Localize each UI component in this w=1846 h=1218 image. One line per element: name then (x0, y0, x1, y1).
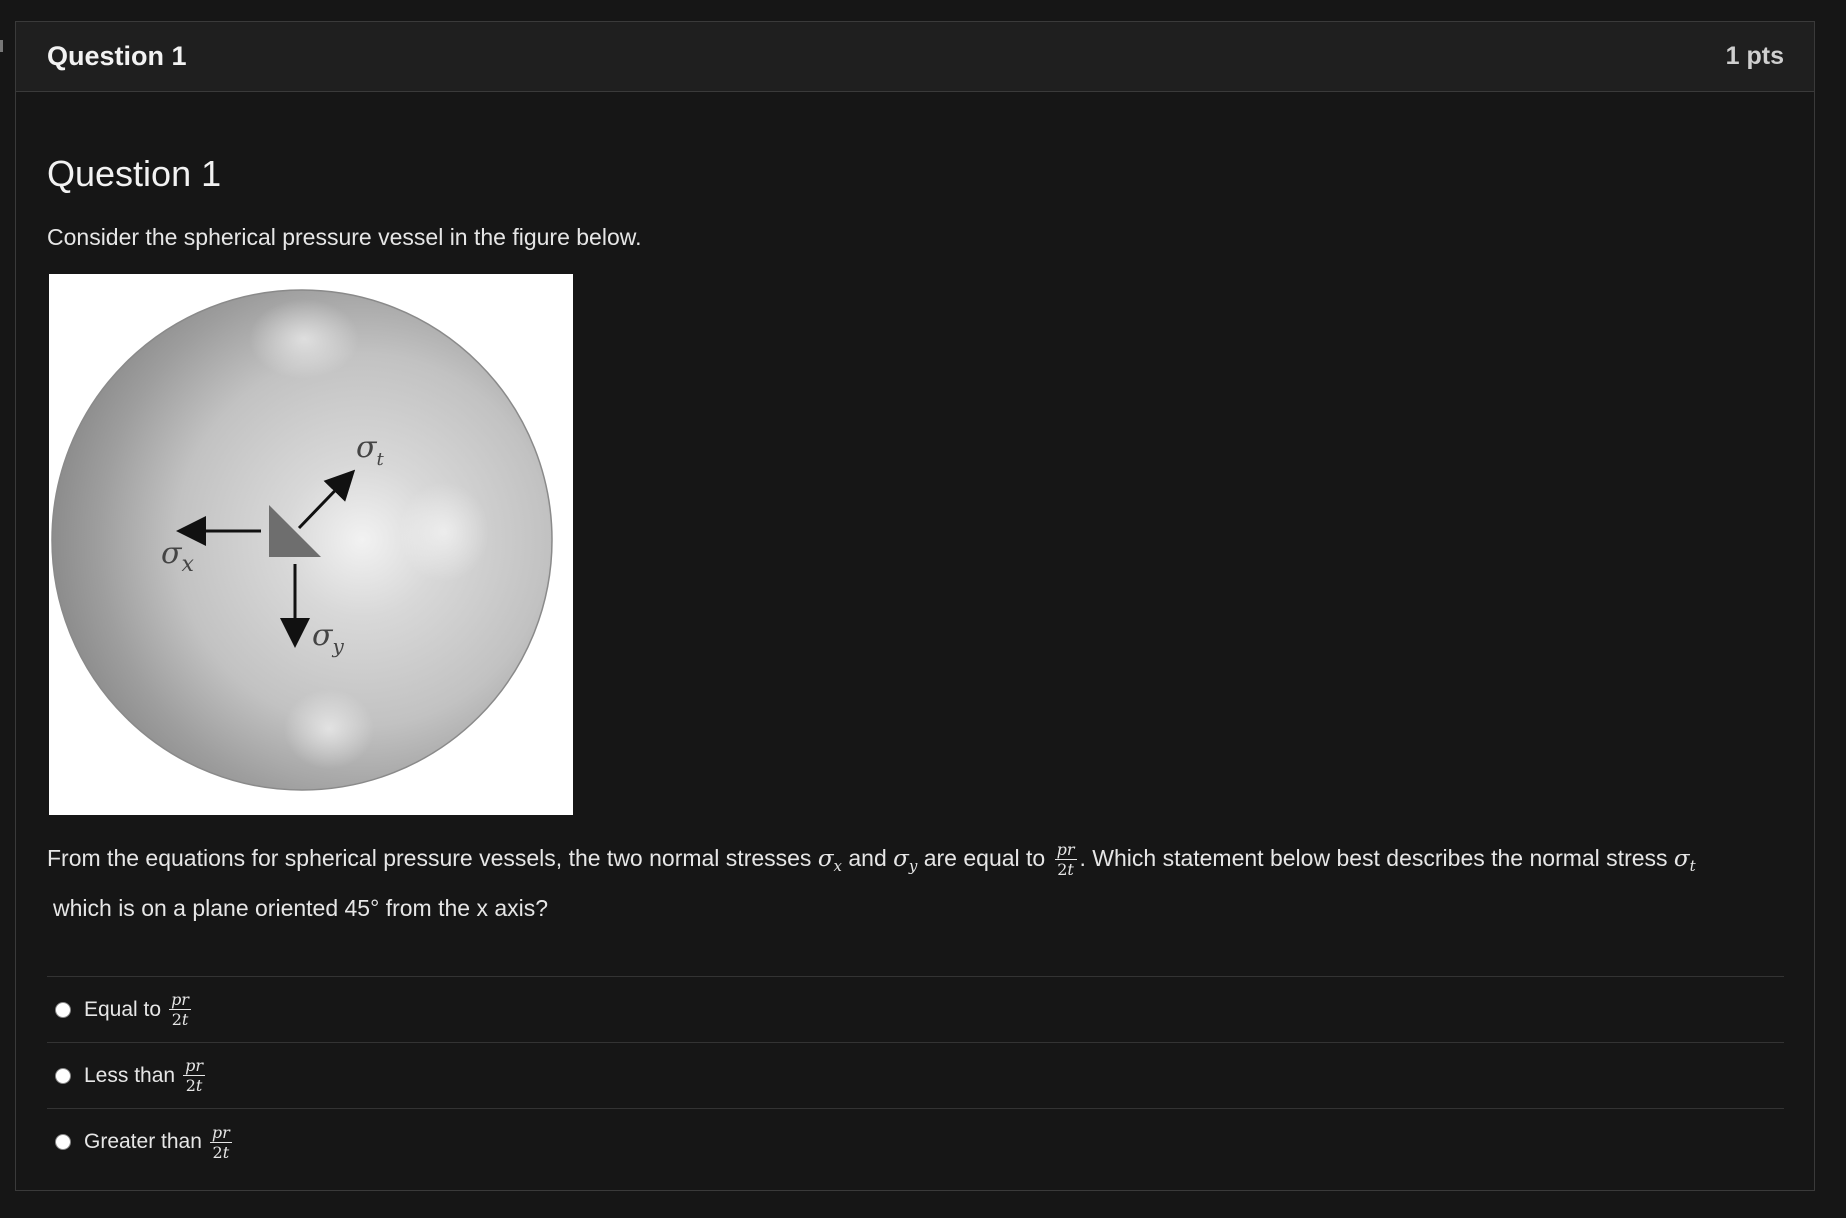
sigma-t-symbol: σt (1673, 846, 1696, 875)
statement-text-1: From the equations for spherical pressur… (47, 845, 818, 871)
sigma-y-symbol: σy (893, 846, 918, 875)
answer-option-greater[interactable]: Greater than pr 2t (47, 1109, 1784, 1175)
pressure-vessel-figure: σt σx σy (49, 274, 573, 815)
left-edge-marker (0, 40, 3, 52)
sphere-highlight-bottom (284, 689, 374, 769)
answer-fraction-equal: pr 2t (169, 990, 191, 1029)
statement-text-4: . Which statement below best describes t… (1079, 845, 1674, 871)
statement-text-3: are equal to (917, 845, 1052, 871)
statement-text-2: and (842, 845, 894, 871)
answer-option-equal[interactable]: Equal to pr 2t (47, 977, 1784, 1043)
sphere-highlight-right (399, 482, 489, 582)
question-body: Question 1 Consider the spherical pressu… (16, 152, 1814, 1175)
question-header: Question 1 1 pts (16, 22, 1814, 92)
sphere-highlight-top (249, 299, 359, 379)
sigma-x-symbol: σx (817, 846, 842, 875)
answer-label-equal[interactable]: Equal to pr 2t (84, 991, 194, 1028)
answer-fraction-less: pr 2t (183, 1056, 205, 1095)
question-heading: Question 1 (47, 153, 222, 194)
question-header-title: Question 1 (47, 41, 187, 71)
pressure-vessel-diagram: σt σx σy (51, 289, 553, 791)
statement-text-line2: which is on a plane oriented 45° from th… (53, 895, 549, 921)
answer-label-greater[interactable]: Greater than pr 2t (84, 1124, 235, 1161)
answer-fraction-greater: pr 2t (209, 1122, 232, 1162)
pr-over-2t-fraction: pr 2t (1054, 840, 1077, 880)
radio-button-less[interactable] (55, 1067, 71, 1084)
radio-button-greater[interactable] (55, 1134, 71, 1150)
question-statement: From the equations for spherical pressur… (47, 837, 1784, 929)
answer-option-less[interactable]: Less than pr 2t (47, 1043, 1784, 1109)
question-points: 1 pts (1725, 42, 1784, 70)
radio-button-equal[interactable] (55, 1001, 71, 1018)
question-intro: Consider the spherical pressure vessel i… (47, 224, 642, 250)
question-card: Question 1 1 pts Question 1 Consider the… (15, 21, 1815, 1191)
answer-list: Equal to pr 2t Less than pr 2t Greater tha… (47, 976, 1784, 1175)
answer-label-less[interactable]: Less than pr 2t (84, 1057, 208, 1094)
